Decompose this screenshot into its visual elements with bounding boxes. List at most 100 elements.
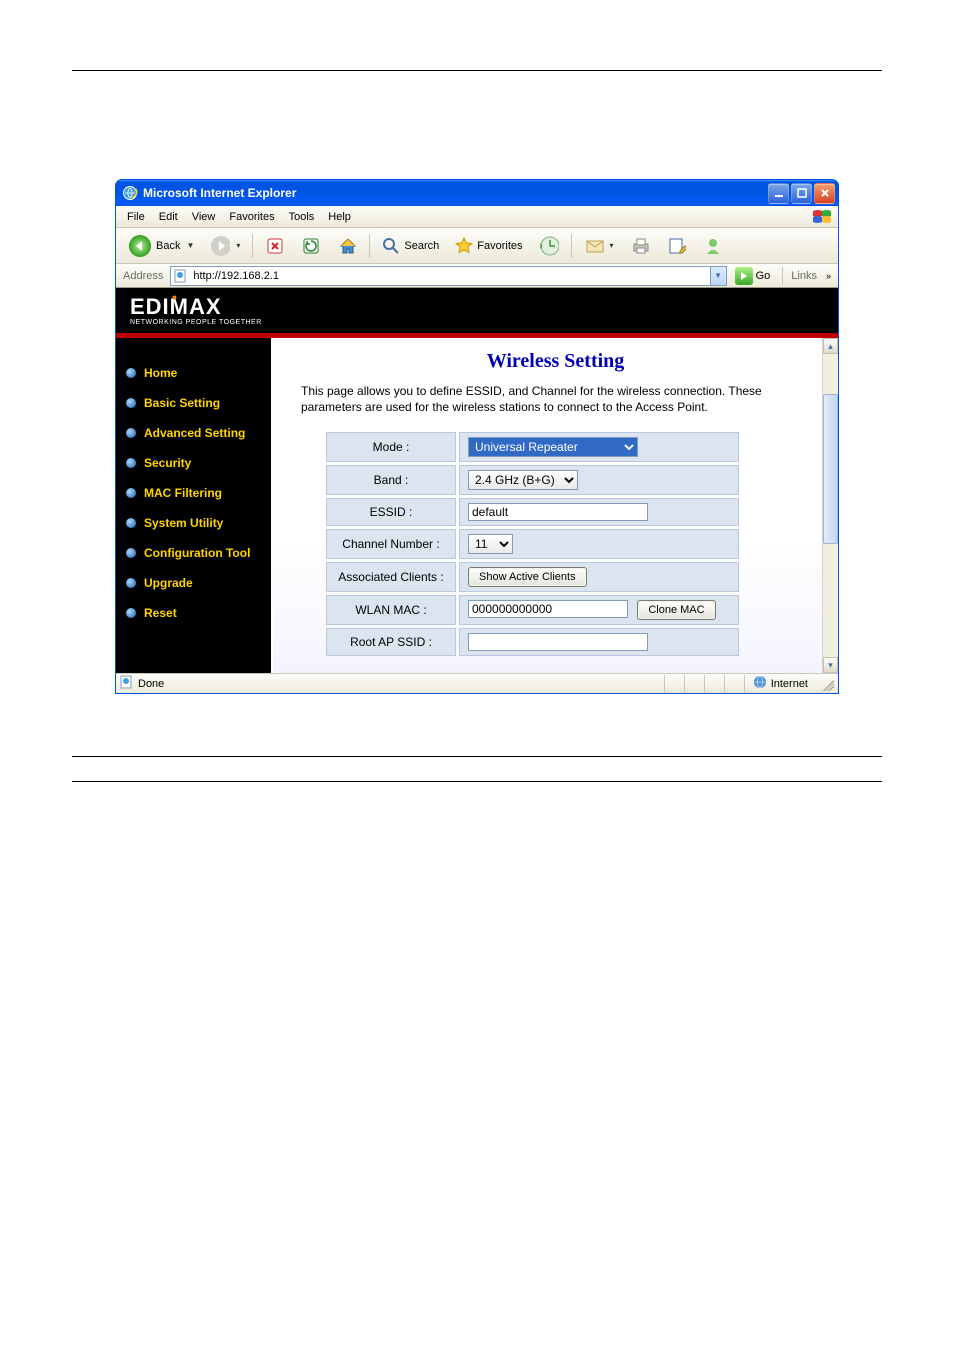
forward-icon xyxy=(210,236,230,256)
chevron-down-icon: ▾ xyxy=(236,241,240,250)
bullet-icon xyxy=(126,368,136,378)
toolbar: Back ▼ ▾ xyxy=(116,228,838,264)
print-icon xyxy=(630,236,650,256)
maximize-button[interactable] xyxy=(791,183,812,204)
go-button[interactable]: Go xyxy=(731,267,775,285)
nav-reset[interactable]: Reset xyxy=(116,598,271,628)
bullet-icon xyxy=(126,398,136,408)
label-essid: ESSID : xyxy=(326,498,456,526)
minimize-button[interactable] xyxy=(768,183,789,204)
label-root-ssid: Root AP SSID : xyxy=(326,628,456,656)
input-root-ssid[interactable] xyxy=(468,633,648,651)
home-icon xyxy=(337,236,357,256)
page-icon xyxy=(173,268,189,284)
favorites-button[interactable]: Favorites xyxy=(449,235,528,257)
menu-favorites[interactable]: Favorites xyxy=(222,209,281,225)
edit-button[interactable] xyxy=(660,234,692,258)
nav-upgrade[interactable]: Upgrade xyxy=(116,568,271,598)
close-button[interactable] xyxy=(814,183,835,204)
settings-form: Mode : Universal Repeater Band : 2.4 GHz… xyxy=(323,429,742,659)
resize-grip-icon[interactable] xyxy=(820,677,834,691)
security-zone: Internet xyxy=(744,675,816,693)
links-chevron-icon[interactable]: » xyxy=(823,271,834,281)
label-wlan-mac: WLAN MAC : xyxy=(326,595,456,625)
bullet-icon xyxy=(126,548,136,558)
bullet-icon xyxy=(126,428,136,438)
label-clients: Associated Clients : xyxy=(326,562,456,592)
menubar: File Edit View Favorites Tools Help xyxy=(116,206,838,228)
home-button[interactable] xyxy=(331,234,363,258)
window-title: Microsoft Internet Explorer xyxy=(143,186,296,200)
nav-security[interactable]: Security xyxy=(116,448,271,478)
show-active-clients-button[interactable]: Show Active Clients xyxy=(468,567,587,587)
nav-advanced-setting[interactable]: Advanced Setting xyxy=(116,418,271,448)
select-mode[interactable]: Universal Repeater xyxy=(468,437,638,457)
label-mode: Mode : xyxy=(326,432,456,462)
menu-tools[interactable]: Tools xyxy=(282,209,322,225)
page-title: Wireless Setting xyxy=(295,350,816,373)
bullet-icon xyxy=(126,608,136,618)
brand-logo: EDIMAX • xyxy=(130,296,262,318)
nav-system-utility[interactable]: System Utility xyxy=(116,508,271,538)
menu-edit[interactable]: Edit xyxy=(152,209,185,225)
search-button[interactable]: Search xyxy=(376,235,445,257)
address-input[interactable]: http://192.168.2.1 xyxy=(170,266,710,286)
main-panel: Wireless Setting This page allows you to… xyxy=(271,338,838,673)
brand-header: EDIMAX • NETWORKING PEOPLE TOGETHER xyxy=(116,288,838,338)
messenger-icon xyxy=(702,236,722,256)
history-button[interactable] xyxy=(533,234,565,258)
addressbar: Address http://192.168.2.1 ▼ Go Links » xyxy=(116,264,838,288)
vertical-scrollbar[interactable]: ▴ ▾ xyxy=(822,338,838,673)
go-icon xyxy=(735,267,753,285)
mail-button[interactable]: ▾ xyxy=(578,234,620,258)
input-essid[interactable] xyxy=(468,503,648,521)
edit-icon xyxy=(666,236,686,256)
page-description: This page allows you to define ESSID, an… xyxy=(295,383,816,415)
internet-zone-icon xyxy=(753,675,767,692)
scroll-thumb[interactable] xyxy=(823,394,838,544)
star-icon xyxy=(455,237,473,255)
label-channel: Channel Number : xyxy=(326,529,456,559)
label-band: Band : xyxy=(326,465,456,495)
clone-mac-button[interactable]: Clone MAC xyxy=(637,600,715,620)
chevron-down-icon: ▾ xyxy=(610,241,614,250)
back-icon xyxy=(128,234,152,258)
scroll-up-icon[interactable]: ▴ xyxy=(823,338,838,354)
address-url: http://192.168.2.1 xyxy=(193,270,279,282)
nav-basic-setting[interactable]: Basic Setting xyxy=(116,388,271,418)
ie-window: Microsoft Internet Explorer File Edit Vi… xyxy=(115,179,839,694)
bullet-icon xyxy=(126,458,136,468)
nav-mac-filtering[interactable]: MAC Filtering xyxy=(116,478,271,508)
nav-home[interactable]: Home xyxy=(116,358,271,388)
address-dropdown[interactable]: ▼ xyxy=(711,266,727,286)
statusbar: Done Internet xyxy=(116,673,838,693)
bullet-icon xyxy=(126,518,136,528)
status-text: Done xyxy=(138,678,164,690)
ie-logo-icon xyxy=(122,185,138,201)
stop-button[interactable] xyxy=(259,234,291,258)
links-label[interactable]: Links xyxy=(791,270,819,282)
back-button[interactable]: Back ▼ xyxy=(122,232,200,260)
titlebar: Microsoft Internet Explorer xyxy=(116,180,838,206)
menu-help[interactable]: Help xyxy=(321,209,358,225)
chevron-down-icon: ▼ xyxy=(186,241,194,250)
bullet-icon xyxy=(126,488,136,498)
page-icon xyxy=(120,675,134,692)
messenger-button[interactable] xyxy=(696,234,728,258)
stop-icon xyxy=(265,236,285,256)
search-icon xyxy=(382,237,400,255)
mail-icon xyxy=(584,236,604,256)
refresh-button[interactable] xyxy=(295,234,327,258)
select-channel[interactable]: 11 xyxy=(468,534,513,554)
forward-button[interactable]: ▾ xyxy=(204,234,246,258)
bullet-icon xyxy=(126,578,136,588)
menu-view[interactable]: View xyxy=(185,209,223,225)
menu-file[interactable]: File xyxy=(120,209,152,225)
nav-configuration-tool[interactable]: Configuration Tool xyxy=(116,538,271,568)
print-button[interactable] xyxy=(624,234,656,258)
windows-flag-icon xyxy=(810,207,834,227)
input-wlan-mac[interactable] xyxy=(468,600,628,618)
history-icon xyxy=(539,236,559,256)
select-band[interactable]: 2.4 GHz (B+G) xyxy=(468,470,578,490)
scroll-down-icon[interactable]: ▾ xyxy=(823,657,838,673)
